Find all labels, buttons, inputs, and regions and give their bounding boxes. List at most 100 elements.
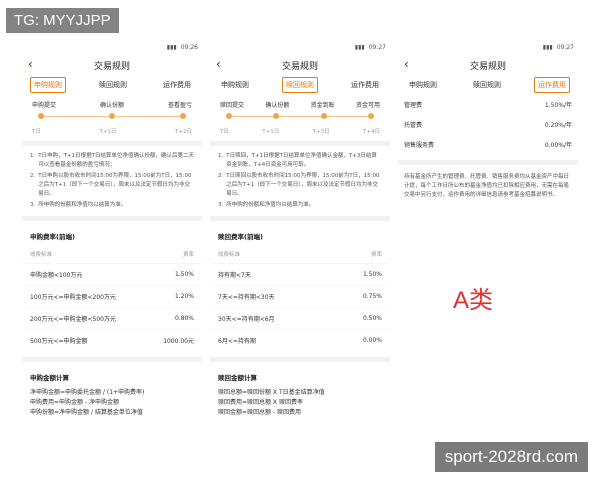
fee-rate: 0.00% (362, 337, 382, 344)
fee-row: 100万元<=申购金额<200万元 1.20% (22, 285, 202, 307)
rule-note: T日赎回以股市收市时间15:00为界限，15:00前为T日，15:00之后为T+… (226, 173, 380, 197)
step-days: T日 T+1日 T+2日 (22, 121, 202, 135)
top-bar: ‹ 交易规则 (22, 54, 202, 76)
timeline-dot (273, 113, 280, 119)
fee-rate: 0.00%/年 (544, 141, 572, 149)
telegram-tag: TG: MYYJJPP (6, 8, 119, 33)
fee-condition: 100万元<=申购金额<200万元 (30, 294, 116, 301)
calc-line: 申购费用=申购金额 - 净申购金额 (30, 399, 120, 406)
back-arrow-icon[interactable]: ‹ (404, 57, 409, 71)
step-day: T+3日 (312, 129, 330, 135)
fee-rate: 1.50%/年 (544, 101, 572, 109)
fee-condition: 200万元<=申购金额<500万元 (30, 316, 116, 323)
fee-header-standard: 收费标准 (218, 252, 241, 258)
step-day: T+1日 (99, 129, 117, 135)
rule-note: T日申购，T+1日根据T日结算单位净值确认份额，确认后第二天可以查看基金份额的盈… (38, 153, 194, 168)
calc-line: 赎回费用=赎回总额 X 赎回费率 (218, 399, 303, 406)
calc-line: 赎回总额=赎回份额 X T日基金结算净值 (218, 389, 325, 396)
signal-icon: ▮▮▮ (354, 43, 365, 51)
fee-row: 30天<=持有期<6月 0.50% (210, 307, 390, 329)
class-a-label: A类 (453, 287, 494, 314)
fee-row: 200万元<=申购金额<500万元 0.80% (22, 307, 202, 329)
fee-row: 申购金额<100万元 1.50% (22, 263, 202, 285)
fee-name: 管理费 (404, 101, 423, 109)
step-label: 资金可用 (355, 102, 380, 109)
tab-purchase[interactable]: 申购规则 (406, 78, 440, 92)
fee-rate: 1.50% (362, 271, 382, 278)
timeline-dot (320, 113, 327, 119)
fee-row: 6月<=持有期 0.00% (210, 329, 390, 351)
page-title: 交易规则 (93, 61, 130, 72)
tab-fees[interactable]: 运作费用 (160, 78, 194, 92)
timeline-dot (367, 113, 374, 119)
tab-purchase[interactable]: 申购规则 (30, 77, 66, 93)
timeline-dot (109, 113, 115, 119)
status-bar: ▮▮▮ 09:27 (210, 40, 390, 54)
fee-condition: 500万元<=申购金额 (30, 338, 88, 345)
calc-line: 净申购金额=申购委托金额 / (1+申购费率) (30, 389, 145, 396)
fee-note: 持有基金所产生的管理费、托管费、销售服务费均从基金资产中每日计提，每个工作日所公… (404, 174, 570, 198)
top-bar: ‹ 交易规则 (398, 54, 578, 76)
fee-rate: 1.20% (174, 293, 194, 300)
status-bar: ▮▮▮ 09:26 (22, 40, 202, 54)
timeline-dot (180, 113, 186, 119)
step-label: 查看盈亏 (167, 102, 192, 109)
step-day: T+4日 (363, 129, 380, 135)
calc-formulas: 赎回总额=赎回份额 X T日基金结算净值 赎回费用=赎回总额 X 赎回费率 赎回… (210, 386, 390, 420)
signal-icon: ▮▮▮ (166, 43, 177, 51)
fee-rate: 0.20%/年 (544, 121, 572, 129)
calc-formulas: 净申购金额=申购委托金额 / (1+申购费率) 申购费用=申购金额 - 净申购金… (22, 386, 202, 420)
timeline-dot (226, 113, 232, 119)
fee-condition: 30天<=持有期<6月 (218, 316, 275, 323)
fee-row: 托管费 0.20%/年 (398, 114, 578, 134)
tab-redeem[interactable]: 赎回规则 (470, 78, 504, 92)
tab-purchase[interactable]: 申购规则 (218, 78, 252, 92)
step-day: T+2日 (175, 129, 192, 135)
tab-bar: 申购规则 赎回规则 运作费用 (22, 76, 202, 94)
status-time: 09:26 (180, 43, 198, 51)
fee-header-rate: 费率 (370, 252, 382, 258)
calc-title: 赎回金额计算 (218, 374, 257, 382)
panel-operating-fees: ▮▮▮ 09:27 ‹ 交易规则 申购规则 赎回规则 运作费用 管理费 1.50%… (398, 40, 578, 460)
step-day: T日 (220, 129, 229, 135)
tab-bar: 申购规则 赎回规则 运作费用 (398, 76, 578, 94)
calc-line: 申购份额=净申购金额 / 结算基金单位净值 (30, 409, 143, 416)
back-arrow-icon[interactable]: ‹ (28, 57, 33, 71)
timeline (38, 113, 186, 121)
back-arrow-icon[interactable]: ‹ (216, 57, 221, 71)
fee-header: 收费标准 费率 (210, 245, 390, 263)
rule-note: 所申购的份额和净值均以结算为准。 (226, 202, 315, 208)
step-days: T日 T+1日 T+3日 T+4日 (210, 121, 390, 135)
timeline-dot (38, 113, 44, 119)
fee-condition: 6月<=持有期 (218, 338, 256, 345)
tab-redeem[interactable]: 赎回规则 (282, 77, 318, 93)
tab-fees[interactable]: 运作费用 (534, 77, 570, 93)
rule-notes: 1. T日申购，T+1日根据T日结算单位净值确认份额，确认后第二天可以查看基金份额… (30, 153, 194, 208)
fee-name: 托管费 (404, 121, 423, 129)
tab-redeem[interactable]: 赎回规则 (96, 78, 130, 92)
watermark: sport-2028rd.com (434, 442, 588, 472)
page-title: 交易规则 (281, 61, 318, 72)
page-title: 交易规则 (469, 61, 506, 72)
fee-row: 7天<=持有期<30天 0.75% (210, 285, 390, 307)
fee-row: 持有期<7天 1.50% (210, 263, 390, 285)
divider (210, 357, 390, 362)
fee-rate: 0.50% (362, 315, 382, 322)
fee-condition: 7天<=持有期<30天 (218, 294, 275, 301)
divider (22, 216, 202, 221)
calc-line: 赎回金额=赎回总额 - 赎回费用 (218, 409, 302, 416)
calc-title: 申购金额计算 (30, 374, 69, 382)
rule-note: T日赎回，T+1日根据T日结算单位净值确认金额，T+3日结算资金到账，T+4日资… (226, 153, 377, 168)
tab-fees[interactable]: 运作费用 (348, 78, 382, 92)
panel-purchase-rules: ▮▮▮ 09:26 ‹ 交易规则 申购规则 赎回规则 运作费用 申购提交 确认份… (22, 40, 202, 460)
step-label: 确认份额 (99, 102, 124, 109)
fee-rate: 0.75% (362, 293, 382, 300)
fee-title: 赎回费率(前端) (218, 233, 263, 241)
panel-redeem-rules: ▮▮▮ 09:27 ‹ 交易规则 申购规则 赎回规则 运作费用 赎回提交 确认份… (210, 40, 390, 460)
rule-note: 所申购的份额和净值均以结算为准。 (38, 202, 127, 208)
step-labels: 申购提交 确认份额 查看盈亏 (22, 94, 202, 109)
divider (398, 160, 578, 165)
step-label: 资金到账 (310, 102, 335, 109)
fee-header-standard: 收费标准 (30, 252, 53, 258)
status-bar: ▮▮▮ 09:27 (398, 40, 578, 54)
